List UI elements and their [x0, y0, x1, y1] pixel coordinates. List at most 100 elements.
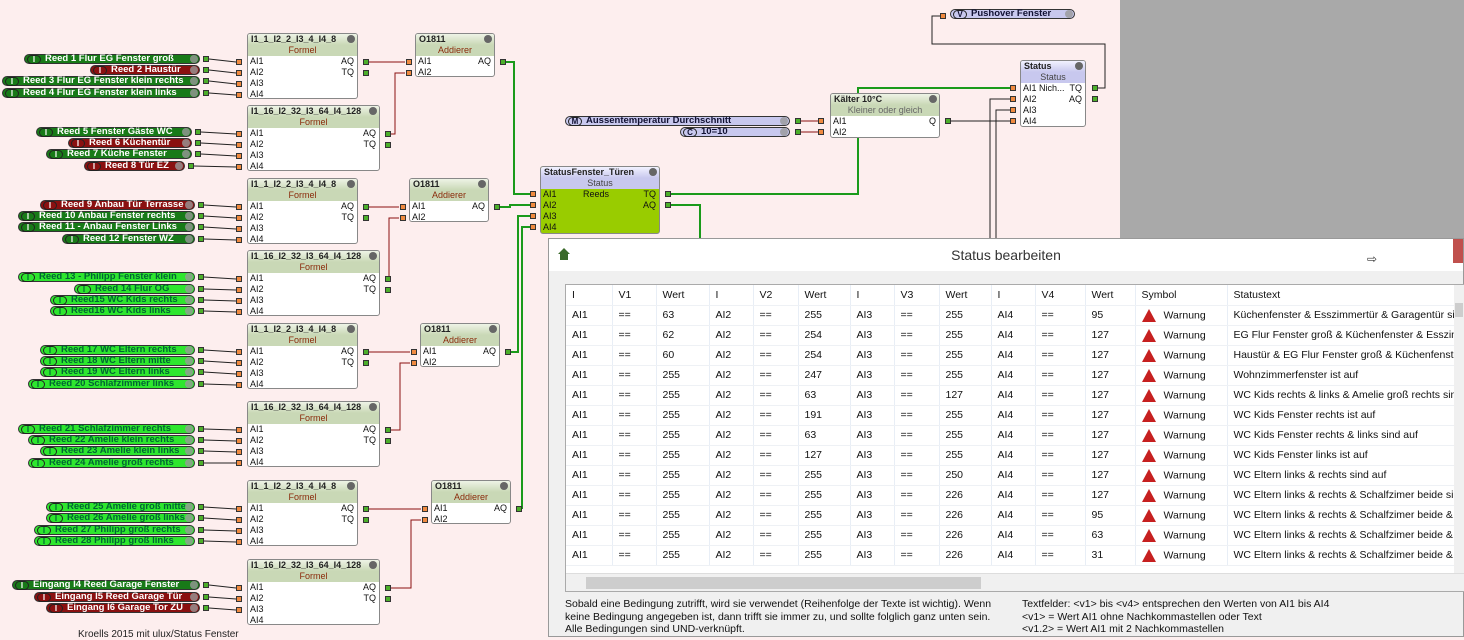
output-port[interactable] — [795, 118, 801, 124]
table-cell[interactable]: == — [753, 545, 799, 566]
table-cell[interactable]: Warnung — [1135, 505, 1228, 526]
table-cell[interactable]: == — [894, 425, 940, 446]
table-cell[interactable]: AI1 — [566, 385, 613, 406]
input-port[interactable] — [406, 59, 412, 65]
output-port[interactable] — [363, 360, 369, 366]
input-port[interactable] — [236, 607, 242, 613]
input-24[interactable]: I Reed 24 Amelie groß rechts — [28, 458, 195, 468]
table-cell[interactable]: 255 — [939, 325, 992, 346]
table-cell[interactable]: AI1 — [566, 425, 613, 446]
input-port[interactable] — [236, 298, 242, 304]
table-cell[interactable]: 226 — [939, 545, 992, 566]
table-cell[interactable]: Warnung — [1135, 445, 1228, 466]
input-port[interactable] — [236, 585, 242, 591]
table-cell[interactable]: 255 — [939, 345, 992, 366]
info-icon[interactable] — [347, 180, 355, 188]
input-port[interactable] — [940, 13, 946, 19]
table-cell[interactable]: 62 — [656, 325, 710, 346]
input-6[interactable]: I Reed 6 Küchentür — [68, 138, 192, 148]
input-port[interactable] — [236, 371, 242, 377]
table-cell[interactable]: 255 — [798, 545, 851, 566]
output-port[interactable] — [195, 140, 201, 146]
table-cell[interactable]: == — [894, 365, 940, 386]
table-cell[interactable]: Warnung — [1135, 345, 1228, 366]
input-port[interactable] — [236, 517, 242, 523]
table-cell[interactable]: == — [612, 365, 657, 386]
info-icon[interactable] — [190, 66, 198, 74]
export-icon[interactable]: ⇨ — [1367, 243, 1377, 275]
table-cell[interactable]: 255 — [798, 465, 851, 486]
column-header[interactable]: V1 — [612, 285, 657, 306]
table-cell[interactable]: == — [1035, 345, 1086, 366]
table-cell[interactable]: Warnung — [1135, 525, 1228, 546]
input-19[interactable]: I Reed 19 WC Eltern links — [40, 367, 195, 377]
column-header[interactable]: V4 — [1035, 285, 1086, 306]
table-cell[interactable]: == — [753, 425, 799, 446]
table-cell[interactable]: 255 — [656, 445, 710, 466]
info-icon[interactable] — [1075, 62, 1083, 70]
table-cell[interactable]: Warnung — [1135, 305, 1228, 326]
table-cell[interactable]: == — [612, 445, 657, 466]
info-icon[interactable] — [185, 285, 193, 293]
output-port[interactable] — [500, 59, 506, 65]
input-3[interactable]: I Reed 3 Flur EG Fenster klein rechts — [2, 76, 200, 86]
input-2[interactable]: I Reed 2 Haustür — [90, 65, 200, 75]
info-icon[interactable] — [175, 162, 183, 170]
table-row[interactable]: AI1 == 255 AI2 == 191 AI3 == 255 AI4 == 127 Warnung W… — [566, 405, 1457, 426]
output-port[interactable] — [198, 369, 204, 375]
table-cell[interactable]: AI1 — [566, 445, 613, 466]
table-cell[interactable]: 63 — [798, 385, 851, 406]
home-icon[interactable] — [557, 247, 571, 261]
info-icon[interactable] — [190, 581, 198, 589]
input-port[interactable] — [236, 539, 242, 545]
table-cell[interactable]: AI2 — [709, 365, 754, 386]
formula-block[interactable]: I1_1_I2_2_I3_4_I4_8 Formel AI1 AQ AI2 TQ AI3 AI… — [247, 323, 358, 389]
input-13[interactable]: I Reed 13 - Philipp Fenster klein — [18, 272, 195, 282]
output-port[interactable] — [385, 142, 391, 148]
table-cell[interactable]: AI1 — [566, 485, 613, 506]
info-icon[interactable] — [190, 55, 198, 63]
output-port[interactable] — [363, 215, 369, 221]
table-cell[interactable]: AI4 — [991, 485, 1036, 506]
table-cell[interactable]: 255 — [656, 385, 710, 406]
output-port[interactable] — [203, 90, 209, 96]
adder-block[interactable]: O1811 Addierer AI1 AQ AI2 — [409, 178, 489, 222]
info-icon[interactable] — [185, 357, 193, 365]
info-icon[interactable] — [489, 325, 497, 333]
table-cell[interactable]: Haustür & EG Flur Fenster groß & Küchenf… — [1227, 345, 1457, 366]
table-cell[interactable]: == — [753, 385, 799, 406]
table-cell[interactable]: AI1 — [566, 545, 613, 566]
input-port[interactable] — [400, 215, 406, 221]
input-10[interactable]: I Reed 10 Anbau Fenster rechts — [18, 211, 195, 221]
input-port[interactable] — [236, 276, 242, 282]
output-port[interactable] — [385, 596, 391, 602]
info-icon[interactable] — [185, 514, 193, 522]
table-cell[interactable]: 95 — [1085, 505, 1136, 526]
table-cell[interactable]: 127 — [1085, 365, 1136, 386]
input-28[interactable]: I Reed 28 Philipp groß links — [34, 536, 195, 546]
table-cell[interactable]: 127 — [1085, 425, 1136, 446]
input-port[interactable] — [236, 59, 242, 65]
table-cell[interactable]: Warnung — [1135, 485, 1228, 506]
table-cell[interactable]: == — [894, 465, 940, 486]
input-25[interactable]: I Reed 25 Amelie groß mitte — [46, 502, 195, 512]
input-port[interactable] — [236, 204, 242, 210]
table-cell[interactable]: AI3 — [850, 445, 895, 466]
table-cell[interactable]: Warnung — [1135, 385, 1228, 406]
table-cell[interactable]: 127 — [1085, 385, 1136, 406]
table-cell[interactable]: == — [753, 305, 799, 326]
info-icon[interactable] — [484, 35, 492, 43]
input-port[interactable] — [818, 118, 824, 124]
table-row[interactable]: AI1 == 255 AI2 == 255 AI3 == 226 AI4 == 31 Warnung WC… — [566, 545, 1457, 566]
table-cell[interactable]: == — [612, 345, 657, 366]
table-cell[interactable]: == — [753, 365, 799, 386]
info-icon[interactable] — [369, 107, 377, 115]
input-port[interactable] — [411, 349, 417, 355]
table-cell[interactable]: == — [753, 325, 799, 346]
table-cell[interactable]: Küchenfenster & Esszimmertür & Garagentü… — [1227, 305, 1457, 326]
table-cell[interactable]: == — [894, 385, 940, 406]
table-cell[interactable]: 255 — [939, 405, 992, 426]
table-row[interactable]: AI1 == 255 AI2 == 255 AI3 == 226 AI4 == 63 Warnung WC… — [566, 525, 1457, 546]
input-port[interactable] — [236, 460, 242, 466]
table-row[interactable]: AI1 == 60 AI2 == 254 AI3 == 255 AI4 == 127 Warnung Ha… — [566, 345, 1457, 366]
